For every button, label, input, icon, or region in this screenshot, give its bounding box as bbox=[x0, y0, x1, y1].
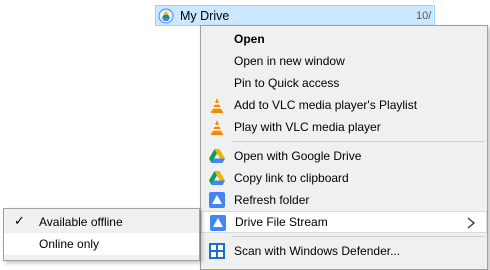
menu-item-pin-quick-access[interactable]: Pin to Quick access bbox=[201, 72, 487, 94]
google-drive-folder-icon bbox=[158, 8, 174, 24]
menu-item-label: Copy link to clipboard bbox=[234, 171, 349, 185]
submenu-item-label: Online only bbox=[39, 237, 100, 251]
menu-item-open[interactable]: Open bbox=[201, 28, 487, 50]
vlc-cone-icon bbox=[209, 119, 225, 135]
submenu-item-available-offline[interactable]: ✓ Available offline bbox=[4, 211, 199, 233]
menu-item-open-new-window[interactable]: Open in new window bbox=[201, 50, 487, 72]
context-menu: Open Open in new window Pin to Quick acc… bbox=[200, 25, 488, 270]
menu-item-label: Open in new window bbox=[234, 54, 345, 68]
menu-separator bbox=[231, 236, 485, 237]
drive-file-stream-submenu: ✓ Available offline Online only bbox=[3, 208, 200, 261]
menu-item-drive-file-stream[interactable]: Drive File Stream bbox=[201, 211, 487, 233]
chevron-right-icon bbox=[466, 216, 476, 230]
drive-file-stream-icon bbox=[209, 192, 225, 208]
menu-item-label: Scan with Windows Defender... bbox=[234, 244, 401, 258]
checkmark-icon: ✓ bbox=[14, 213, 25, 228]
menu-item-label: Play with VLC media player bbox=[234, 120, 381, 134]
menu-item-label: Open with Google Drive bbox=[234, 149, 362, 163]
menu-item-refresh-folder[interactable]: Refresh folder bbox=[201, 189, 487, 211]
menu-item-open-google-drive[interactable]: Open with Google Drive bbox=[201, 145, 487, 167]
menu-item-label: Refresh folder bbox=[234, 193, 310, 207]
google-drive-icon bbox=[209, 148, 225, 164]
pane-divider bbox=[433, 0, 434, 26]
menu-item-copy-link[interactable]: Copy link to clipboard bbox=[201, 167, 487, 189]
drive-file-stream-icon bbox=[210, 215, 226, 231]
submenu-item-online-only[interactable]: Online only bbox=[4, 233, 199, 255]
menu-item-vlc-play[interactable]: Play with VLC media player bbox=[201, 116, 487, 138]
menu-item-windows-defender[interactable]: Scan with Windows Defender... bbox=[201, 240, 487, 262]
menu-item-label: Open bbox=[234, 32, 265, 46]
submenu-item-label: Available offline bbox=[39, 215, 123, 229]
windows-defender-icon bbox=[209, 243, 225, 259]
drive-name: My Drive bbox=[180, 8, 230, 23]
menu-item-label: Pin to Quick access bbox=[234, 76, 340, 90]
menu-separator bbox=[231, 141, 485, 142]
explorer-row-my-drive[interactable]: My Drive 10/ bbox=[155, 5, 435, 26]
menu-item-vlc-add-playlist[interactable]: Add to VLC media player's Playlist bbox=[201, 94, 487, 116]
google-drive-icon bbox=[209, 170, 225, 186]
menu-item-label: Add to VLC media player's Playlist bbox=[234, 98, 418, 112]
vlc-cone-icon bbox=[209, 97, 225, 113]
date-modified: 10/ bbox=[416, 9, 432, 22]
menu-item-label: Drive File Stream bbox=[235, 215, 328, 229]
